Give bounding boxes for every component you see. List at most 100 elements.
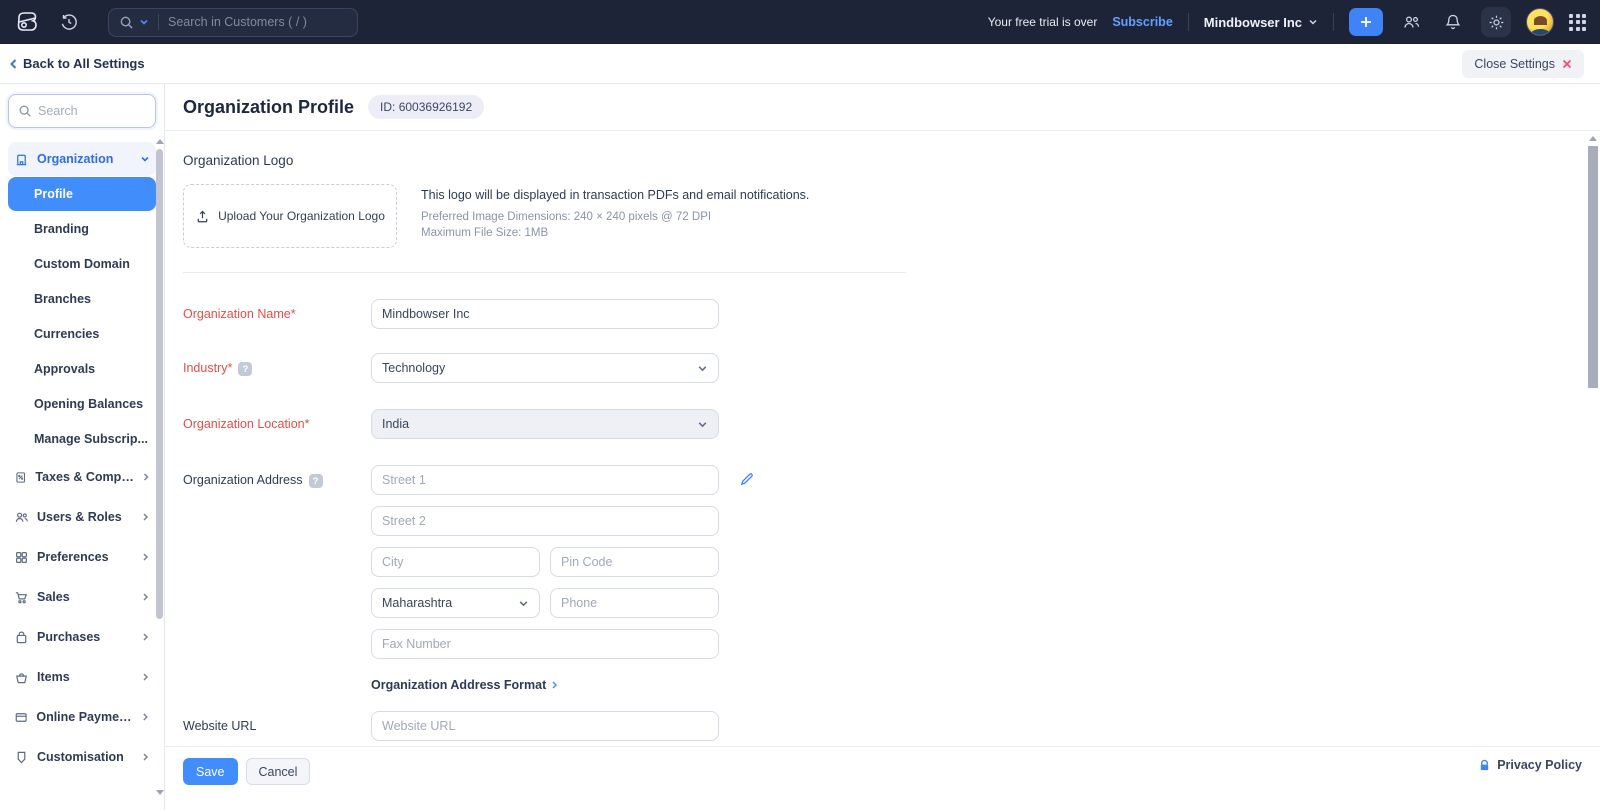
sidebar-group-preferences[interactable]: Preferences bbox=[8, 538, 156, 576]
sidebar-item-approvals[interactable]: Approvals bbox=[8, 352, 156, 386]
sidebar-group-items[interactable]: Items bbox=[8, 658, 156, 696]
chevron-right-icon bbox=[141, 672, 150, 682]
user-avatar[interactable] bbox=[1526, 8, 1554, 36]
upload-logo-label: Upload Your Organization Logo bbox=[218, 209, 385, 223]
sidebar-group-purchases[interactable]: Purchases bbox=[8, 618, 156, 656]
preferences-grid-icon bbox=[14, 550, 29, 565]
sidebar-group-taxes-compliance[interactable]: Taxes & Complia... bbox=[8, 458, 156, 496]
topbar: Search in Customers ( / ) Your free tria… bbox=[0, 0, 1600, 44]
plus-icon bbox=[1359, 15, 1373, 29]
city-input[interactable] bbox=[371, 547, 540, 577]
trial-status-text: Your free trial is over bbox=[988, 15, 1098, 29]
street2-input[interactable] bbox=[371, 506, 719, 536]
address-label: Organization Address ? bbox=[183, 465, 371, 659]
credit-card-icon bbox=[14, 710, 28, 725]
close-settings-button[interactable]: Close Settings bbox=[1462, 50, 1584, 78]
basket-icon bbox=[14, 670, 29, 685]
scrollbar-thumb[interactable] bbox=[1588, 146, 1598, 388]
cart-icon bbox=[14, 590, 29, 605]
settings-content: Organization Logo Upload Your Organizati… bbox=[165, 131, 1600, 746]
settings-bar: Back to All Settings Close Settings bbox=[0, 44, 1600, 84]
back-to-settings-link[interactable]: Back to All Settings bbox=[8, 56, 145, 71]
recent-history-icon[interactable] bbox=[56, 9, 82, 35]
save-button[interactable]: Save bbox=[183, 758, 238, 785]
search-icon bbox=[119, 15, 134, 30]
pincode-input[interactable] bbox=[550, 547, 719, 577]
location-label: Organization Location* bbox=[183, 409, 371, 439]
chevron-down-icon bbox=[140, 154, 150, 164]
bag-icon bbox=[14, 630, 29, 645]
sidebar-item-opening-balances[interactable]: Opening Balances bbox=[8, 387, 156, 421]
help-icon[interactable]: ? bbox=[309, 474, 323, 488]
sidebar-scrollbar[interactable] bbox=[156, 139, 163, 795]
address-format-link[interactable]: Organization Address Format bbox=[371, 678, 1582, 692]
tax-document-icon bbox=[14, 470, 27, 485]
badge-icon bbox=[14, 750, 29, 765]
upload-logo-dropzone[interactable]: Upload Your Organization Logo bbox=[183, 184, 397, 248]
divider bbox=[158, 14, 159, 30]
logo-description: This logo will be displayed in transacti… bbox=[421, 184, 809, 248]
logo-section-heading: Organization Logo bbox=[183, 153, 1582, 168]
scroll-up-arrow[interactable] bbox=[1589, 136, 1597, 141]
chevron-down-icon bbox=[697, 419, 708, 430]
street1-input[interactable] bbox=[371, 465, 719, 495]
sidebar-group-sales[interactable]: Sales bbox=[8, 578, 156, 616]
scrollbar-thumb[interactable] bbox=[156, 149, 163, 619]
website-label: Website URL bbox=[183, 711, 371, 741]
refer-users-icon[interactable] bbox=[1398, 9, 1425, 36]
apps-grid-icon[interactable] bbox=[1569, 14, 1586, 31]
sidebar-search-input[interactable] bbox=[38, 104, 138, 118]
sidebar-group-users-roles[interactable]: Users & Roles bbox=[8, 498, 156, 536]
quick-create-button[interactable] bbox=[1349, 8, 1383, 36]
sidebar-group-online-payments[interactable]: Online Payments bbox=[8, 698, 156, 736]
cancel-button[interactable]: Cancel bbox=[246, 758, 311, 785]
sidebar-item-branches[interactable]: Branches bbox=[8, 282, 156, 316]
close-icon bbox=[1562, 59, 1572, 69]
logo-usage-text: This logo will be displayed in transacti… bbox=[421, 188, 809, 202]
chevron-right-icon bbox=[141, 752, 150, 762]
divider bbox=[1188, 13, 1189, 31]
sidebar-group-customisation[interactable]: Customisation bbox=[8, 738, 156, 776]
state-select[interactable]: Maharashtra bbox=[371, 588, 540, 618]
sidebar-item-branding[interactable]: Branding bbox=[8, 212, 156, 246]
subscribe-link[interactable]: Subscribe bbox=[1112, 15, 1172, 29]
search-icon bbox=[18, 104, 32, 118]
settings-gear-icon[interactable] bbox=[1481, 7, 1511, 37]
chevron-down-icon[interactable] bbox=[139, 17, 149, 27]
website-input[interactable] bbox=[371, 711, 719, 741]
sidebar-item-custom-domain[interactable]: Custom Domain bbox=[8, 247, 156, 281]
chevron-down-icon bbox=[1308, 17, 1318, 27]
main-scrollbar[interactable] bbox=[1588, 136, 1598, 810]
sidebar-item-profile[interactable]: Profile bbox=[8, 177, 156, 211]
scroll-up-arrow[interactable] bbox=[156, 139, 164, 144]
notifications-bell-icon[interactable] bbox=[1440, 9, 1466, 35]
fax-input[interactable] bbox=[371, 629, 719, 659]
org-name-input[interactable] bbox=[371, 299, 719, 329]
help-icon[interactable]: ? bbox=[238, 362, 252, 376]
industry-select[interactable]: Technology bbox=[371, 353, 719, 383]
chevron-down-icon bbox=[697, 363, 708, 374]
privacy-policy-link[interactable]: Privacy Policy bbox=[1478, 758, 1582, 772]
users-icon bbox=[14, 510, 29, 525]
chevron-right-icon bbox=[141, 592, 150, 602]
industry-label: Industry* ? bbox=[183, 353, 371, 383]
phone-input[interactable] bbox=[550, 588, 719, 618]
page-title: Organization Profile bbox=[183, 97, 354, 118]
sidebar-search[interactable] bbox=[8, 94, 156, 128]
global-search[interactable]: Search in Customers ( / ) bbox=[108, 8, 358, 37]
edit-address-pencil-icon[interactable] bbox=[739, 471, 755, 487]
scroll-down-arrow[interactable] bbox=[156, 790, 164, 795]
lock-icon bbox=[1478, 759, 1491, 772]
logo-max-size-text: Maximum File Size: 1MB bbox=[421, 227, 809, 239]
org-name-label: Organization Name* bbox=[183, 299, 371, 329]
sidebar-group-organization[interactable]: Organization bbox=[8, 142, 156, 176]
sidebar-item-currencies[interactable]: Currencies bbox=[8, 317, 156, 351]
sidebar-item-manage-subscription[interactable]: Manage Subscrip... bbox=[8, 422, 156, 456]
building-icon bbox=[14, 152, 29, 167]
books-logo[interactable] bbox=[14, 9, 40, 35]
logo-dimensions-text: Preferred Image Dimensions: 240 × 240 pi… bbox=[421, 211, 809, 223]
location-select[interactable]: India bbox=[371, 409, 719, 439]
page-header: Organization Profile ID: 60036926192 bbox=[165, 84, 1600, 131]
upload-icon bbox=[195, 209, 210, 224]
org-switcher[interactable]: Mindbowser Inc bbox=[1204, 15, 1318, 30]
